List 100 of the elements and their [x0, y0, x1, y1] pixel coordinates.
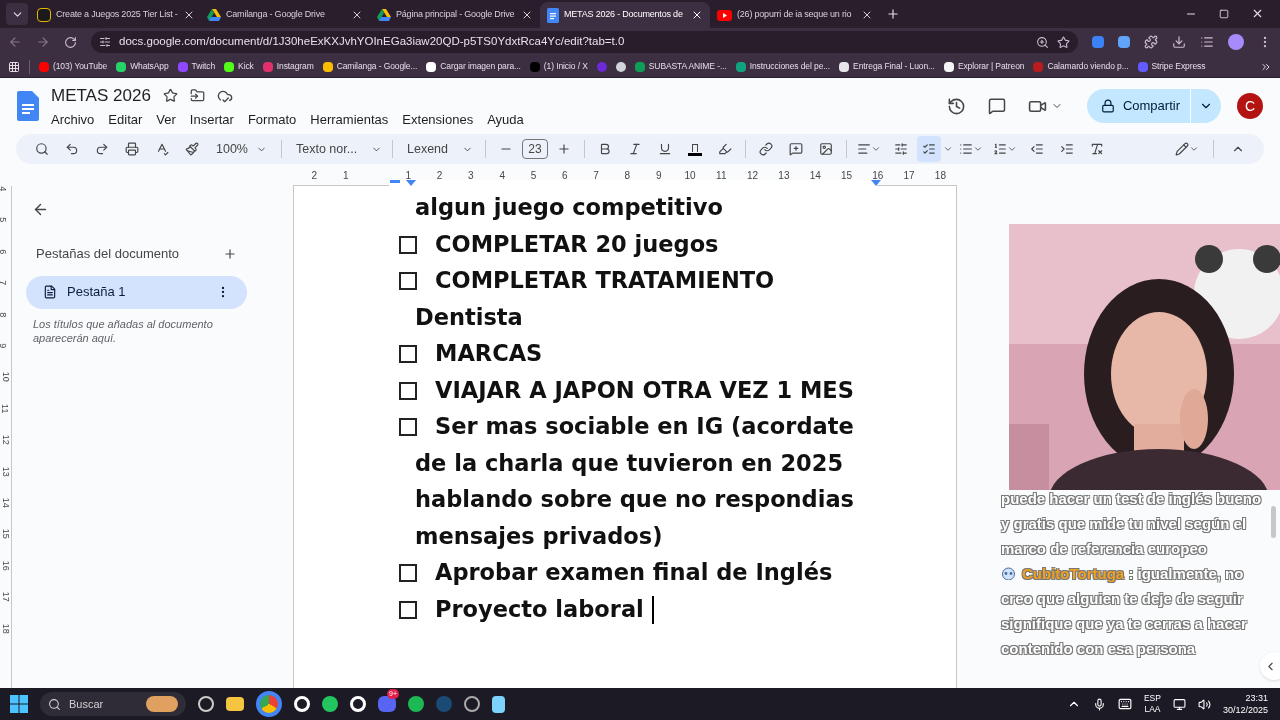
undo-icon[interactable]: [65, 142, 79, 156]
scrollbar-thumb[interactable]: [1271, 506, 1276, 538]
close-icon[interactable]: [351, 9, 363, 21]
redo-icon[interactable]: [95, 142, 109, 156]
bookmark-icon[interactable]: [615, 61, 626, 72]
search-icon[interactable]: [35, 142, 49, 156]
image-icon[interactable]: [819, 142, 833, 156]
document-tab[interactable]: Pestaña 1: [26, 275, 247, 309]
windows-icon[interactable]: [10, 695, 28, 713]
align-icon[interactable]: [857, 142, 871, 156]
spotify-icon[interactable]: [408, 696, 424, 712]
bullet-list-icon[interactable]: [959, 142, 973, 156]
add-tab-icon[interactable]: [223, 246, 237, 261]
clear-formatting-icon[interactable]: [1090, 142, 1104, 156]
close-icon[interactable]: [691, 9, 703, 21]
browser-tab[interactable]: (26) popurri de ia seque un rio: [710, 2, 880, 28]
menu-item[interactable]: Formato: [247, 109, 297, 129]
bold-icon[interactable]: [598, 142, 612, 156]
browser-tab[interactable]: Camilanga - Google Drive: [200, 2, 370, 28]
checklist-button[interactable]: [917, 136, 941, 162]
style-dropdown[interactable]: Texto nor...: [288, 139, 386, 159]
extension-icon[interactable]: [1118, 36, 1130, 48]
zoom-icon[interactable]: [1036, 35, 1049, 49]
link-icon[interactable]: [759, 142, 773, 156]
checkbox[interactable]: [399, 345, 417, 363]
menu-item[interactable]: Herramientas: [310, 109, 389, 129]
document-title[interactable]: METAS 2026: [51, 83, 151, 109]
browser-tab[interactable]: Create a Juegos 2025 Tier List -: [30, 2, 200, 28]
download-icon[interactable]: [1172, 35, 1186, 49]
history-icon[interactable]: [946, 96, 966, 116]
restore-icon[interactable]: [1219, 8, 1229, 19]
increase-size-icon[interactable]: [557, 142, 571, 156]
checkbox[interactable]: [399, 235, 417, 254]
bookmark[interactable]: SUBASTA ANIME -...: [634, 60, 727, 73]
bookmark[interactable]: (1) Inicio / X: [529, 60, 588, 73]
menu-item[interactable]: Ayuda: [487, 109, 524, 129]
paint-format-icon[interactable]: [185, 142, 199, 156]
bookmark[interactable]: Entrega Final - Luon...: [839, 60, 935, 73]
bookmark[interactable]: Cargar imagen para...: [426, 60, 521, 73]
italic-icon[interactable]: [628, 142, 642, 156]
app-icon[interactable]: [464, 696, 480, 712]
browser-tab[interactable]: METAS 2026 - Documentos de: [540, 2, 710, 28]
discord-icon[interactable]: [378, 696, 396, 712]
extension-icon[interactable]: [1092, 36, 1104, 48]
bookmark[interactable]: Camilanga - Google...: [322, 60, 418, 73]
menu-item[interactable]: Editar: [108, 109, 143, 129]
add-comment-icon[interactable]: [789, 142, 803, 156]
print-icon[interactable]: [125, 142, 139, 156]
bookmark[interactable]: Twitch: [177, 60, 216, 73]
underline-icon[interactable]: [658, 142, 672, 156]
reading-list-icon[interactable]: [1200, 35, 1214, 49]
star-icon[interactable]: [1057, 35, 1070, 49]
numbered-list-icon[interactable]: [993, 142, 1007, 156]
checkbox[interactable]: [399, 272, 417, 290]
network-icon[interactable]: [1172, 697, 1186, 711]
menu-item[interactable]: Ver: [156, 109, 176, 129]
clock[interactable]: 23:31 30/12/2025: [1222, 692, 1270, 716]
bookmark[interactable]: (103) YouTube: [39, 60, 108, 73]
site-settings-icon[interactable]: [99, 36, 111, 48]
indent-marker[interactable]: [390, 180, 400, 183]
bookmark[interactable]: WhatsApp: [116, 60, 169, 73]
highlight-icon[interactable]: [718, 142, 732, 156]
account-avatar[interactable]: C: [1237, 93, 1263, 119]
browser-tab[interactable]: Página principal - Google Drive: [370, 2, 540, 28]
volume-icon[interactable]: [1197, 697, 1211, 711]
bookmark[interactable]: Explorar | Patreon: [943, 60, 1025, 73]
folder-icon[interactable]: [226, 697, 244, 711]
menu-item[interactable]: Extensiones: [402, 109, 474, 129]
extensions-icon[interactable]: [1144, 35, 1158, 49]
bookmark[interactable]: Kick: [224, 60, 254, 73]
app-icon[interactable]: [198, 696, 214, 712]
bookmark[interactable]: Stripe Express: [1137, 60, 1206, 73]
bookmark[interactable]: Calamardo viendo p...: [1033, 60, 1129, 73]
star-icon[interactable]: [162, 88, 178, 104]
language-indicator[interactable]: ESP LAA: [1143, 693, 1161, 715]
menu-item[interactable]: Archivo: [51, 109, 95, 129]
browser-icon[interactable]: [256, 691, 282, 717]
zoom-dropdown[interactable]: 100%: [208, 139, 275, 159]
bookmark[interactable]: Instagram: [262, 60, 314, 73]
checkbox[interactable]: [399, 600, 417, 619]
share-button[interactable]: Compartir: [1086, 89, 1221, 123]
text-color-icon[interactable]: [688, 142, 702, 156]
decrease-indent-icon[interactable]: [1030, 142, 1044, 156]
profile-avatar[interactable]: [1228, 34, 1244, 50]
checkbox[interactable]: [399, 381, 417, 400]
close-icon[interactable]: [521, 9, 533, 21]
checkbox[interactable]: [399, 564, 417, 582]
address-field[interactable]: docs.google.com/document/d/1J30heExKXJvhYOInEGa3iaw20QD-p5TS0YdxtRca4Yc/edit?tab=t.0: [91, 31, 1078, 53]
keyboard-icon[interactable]: [1117, 697, 1132, 711]
move-folder-icon[interactable]: [189, 88, 205, 104]
app-icon[interactable]: [322, 696, 338, 712]
font-size-field[interactable]: 23: [522, 139, 548, 159]
collapse-chat-button[interactable]: [1260, 652, 1280, 680]
menu-item[interactable]: Insertar: [189, 109, 234, 129]
increase-indent-icon[interactable]: [1060, 142, 1074, 156]
apps-icon[interactable]: [8, 60, 20, 73]
back-icon[interactable]: [32, 201, 49, 218]
font-dropdown[interactable]: Lexend: [399, 139, 479, 159]
edit-mode-icon[interactable]: [1175, 142, 1189, 156]
checkbox[interactable]: [399, 418, 417, 436]
